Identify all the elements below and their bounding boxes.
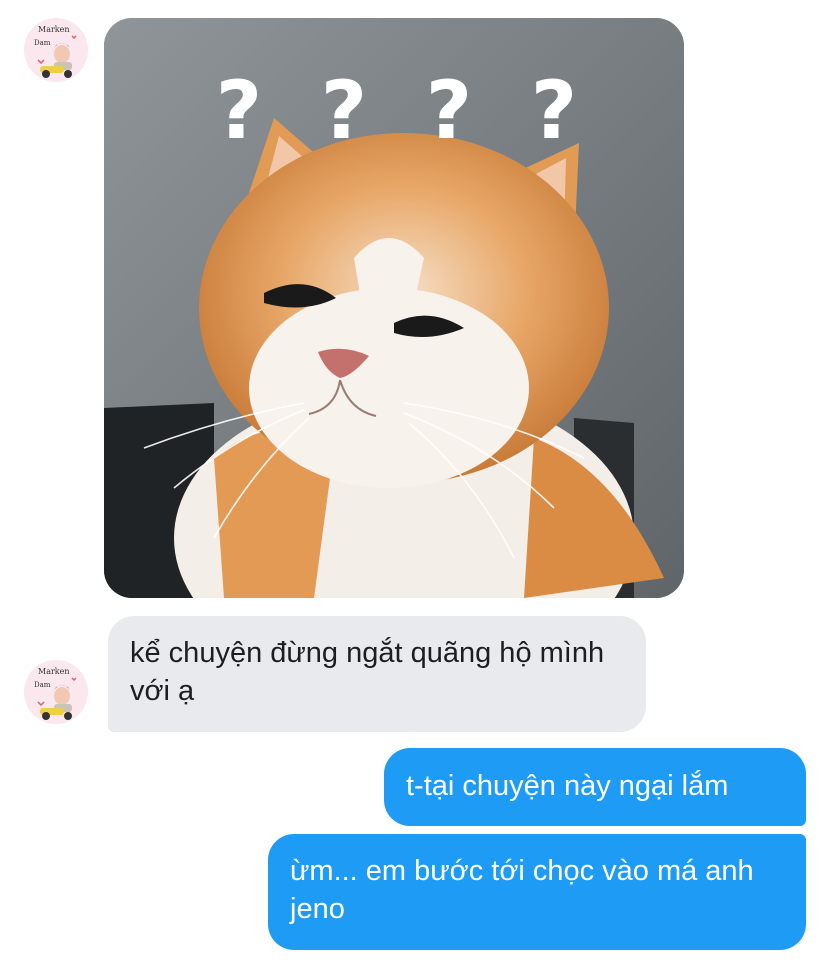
question-mark: ?: [321, 64, 367, 157]
question-mark: ?: [216, 64, 262, 157]
avatar-illustration: Marken Dam: [24, 18, 88, 82]
message-bubble-outgoing[interactable]: ừm... em bước tới chọc vào má anh jeno: [268, 834, 806, 950]
avatar-text-top: Marken: [38, 25, 70, 34]
message-text: ừm... em bước tới chọc vào má anh jeno: [290, 855, 754, 925]
contact-avatar[interactable]: Marken Dam: [24, 660, 88, 724]
avatar-text-bottom: Dam: [34, 681, 51, 689]
avatar-text-bottom: Dam: [34, 39, 51, 47]
message-text: t-tại chuyện này ngại lắm: [406, 770, 729, 802]
cat-meme-image: ? ? ? ?: [104, 18, 684, 598]
message-text: kể chuyện đừng ngắt quãng hộ mình với ạ: [130, 637, 605, 707]
question-mark: ?: [426, 64, 472, 157]
message-bubble-outgoing[interactable]: t-tại chuyện này ngại lắm: [384, 748, 806, 826]
avatar-illustration: Marken Dam: [24, 660, 88, 724]
contact-avatar[interactable]: Marken Dam: [24, 18, 88, 82]
avatar-text-top: Marken: [38, 667, 70, 676]
question-mark: ?: [531, 64, 577, 157]
image-message[interactable]: ? ? ? ?: [104, 18, 684, 598]
message-bubble-incoming[interactable]: kể chuyện đừng ngắt quãng hộ mình với ạ: [108, 616, 646, 732]
